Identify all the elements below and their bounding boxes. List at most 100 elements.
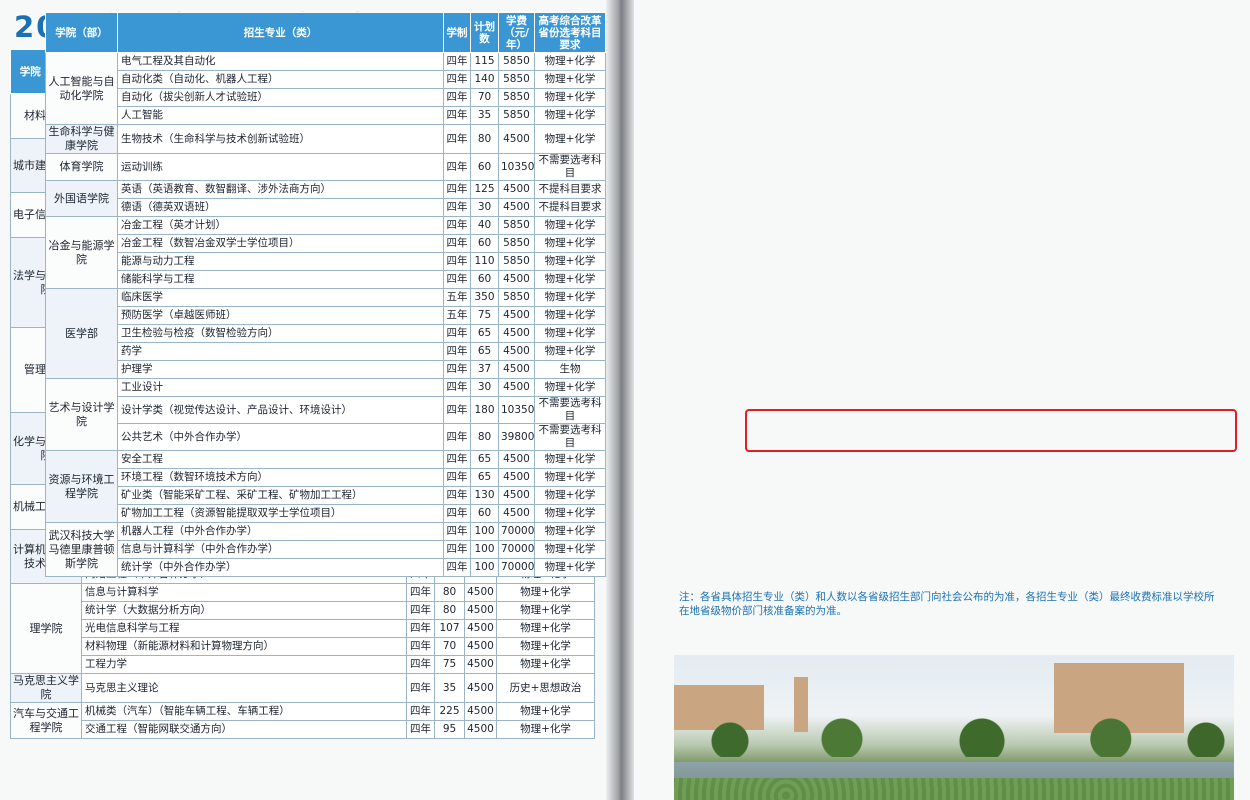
duration-cell: 四年: [406, 702, 435, 721]
plan-cell: 75: [470, 306, 499, 325]
table-row: 卫生检验与检疫（数智检验方向） 四年 65 4500 物理+化学: [46, 324, 606, 343]
req-cell: 物理+化学: [534, 342, 606, 361]
table-row: 矿业类（智能采矿工程、采矿工程、矿物加工工程） 四年 130 4500 物理+化学: [46, 486, 606, 505]
duration-cell: 四年: [443, 124, 471, 154]
major-cell: 材料物理（新能源材料和计算物理方向）: [81, 637, 407, 656]
major-cell: 信息与计算科学: [81, 583, 407, 602]
duration-cell: 四年: [443, 423, 471, 451]
req-cell: 物理+化学: [496, 601, 595, 620]
fee-cell: 4500: [498, 180, 535, 199]
req-cell: 不提科目要求: [534, 198, 606, 217]
fee-cell: 4500: [498, 270, 535, 289]
table-row: 信息与计算科学（中外合作办学） 四年 100 70000 物理+化学: [46, 540, 606, 559]
req-cell: 物理+化学: [534, 216, 606, 235]
plan-cell: 30: [470, 198, 499, 217]
plan-cell: 180: [470, 396, 499, 424]
fee-cell: 4500: [464, 637, 497, 656]
req-cell: 物理+化学: [534, 468, 606, 487]
plan-cell: 60: [470, 234, 499, 253]
major-cell: 交通工程（智能网联交通方向）: [81, 720, 407, 739]
header-plan: 计划数: [470, 12, 499, 53]
fee-cell: 5850: [498, 252, 535, 271]
college-cell: 外国语学院: [45, 180, 118, 217]
fee-cell: 5850: [498, 70, 535, 89]
req-cell: 历史+思想政治: [496, 673, 595, 703]
req-cell: 不提科目要求: [534, 180, 606, 199]
college-cell: 马克思主义学院: [10, 673, 82, 703]
req-cell: 生物: [534, 360, 606, 379]
req-cell: 物理+化学: [496, 583, 595, 602]
fee-cell: 10350: [498, 153, 535, 181]
duration-cell: 五年: [443, 288, 471, 307]
major-cell: 矿业类（智能采矿工程、采矿工程、矿物加工工程）: [117, 486, 444, 505]
table-row: 统计学（中外合作办学） 四年 100 70000 物理+化学: [46, 558, 606, 577]
campus-lake-photo: [674, 655, 1234, 800]
fee-cell: 4500: [498, 360, 535, 379]
req-cell: 物理+化学: [496, 619, 595, 638]
table-row: 武汉科技大学马德里康普顿斯学院 机器人工程（中外合作办学） 四年 100 70000 物理…: [45, 522, 606, 577]
plan-cell: 125: [470, 180, 499, 199]
plan-cell: 70: [470, 88, 499, 107]
college-cell: 武汉科技大学马德里康普顿斯学院: [45, 522, 118, 577]
duration-cell: 四年: [443, 486, 471, 505]
req-cell: 物理+化学: [534, 252, 606, 271]
major-cell: 人工智能: [117, 106, 444, 125]
major-cell: 药学: [117, 342, 444, 361]
fee-cell: 4500: [498, 486, 535, 505]
major-cell: 德语（德英双语班）: [117, 198, 444, 217]
plan-cell: 80: [470, 423, 499, 451]
fee-cell: 4500: [498, 504, 535, 523]
plan-cell: 40: [470, 216, 499, 235]
fee-cell: 70000: [498, 522, 535, 541]
tree-line: [674, 717, 1234, 757]
plan-cell: 60: [470, 153, 499, 181]
table-row: 环境工程（数智环境技术方向） 四年 65 4500 物理+化学: [46, 468, 606, 487]
duration-cell: 四年: [406, 583, 435, 602]
req-cell: 物理+化学: [534, 486, 606, 505]
table-row: 生命科学与健康学院 生物技术（生命科学与技术创新试验班） 四年 80 4500 物理+化学: [45, 124, 606, 154]
fee-cell: 39800: [498, 423, 535, 451]
header-college: 学院（部）: [45, 12, 118, 53]
plan-cell: 115: [470, 52, 499, 71]
duration-cell: 四年: [406, 637, 435, 656]
req-cell: 物理+化学: [534, 70, 606, 89]
fee-cell: 5850: [498, 216, 535, 235]
table-row: 自动化（拔尖创新人才试验班） 四年 70 5850 物理+化学: [46, 88, 606, 107]
major-cell: 矿物加工工程（资源智能提取双学士学位项目）: [117, 504, 444, 523]
major-cell: 机械类（汽车）（智能车辆工程、车辆工程）: [81, 702, 407, 721]
college-cell: 资源与环境工程学院: [45, 450, 118, 523]
major-cell: 电气工程及其自动化: [117, 52, 444, 71]
duration-cell: 四年: [443, 270, 471, 289]
table-row: 人工智能 四年 35 5850 物理+化学: [46, 106, 606, 125]
lotus-leaves: [674, 778, 1234, 800]
college-cell: 医学部: [45, 288, 118, 379]
duration-cell: 四年: [406, 601, 435, 620]
req-cell: 物理+化学: [534, 88, 606, 107]
duration-cell: 四年: [443, 52, 471, 71]
header-major: 招生专业（类）: [117, 12, 444, 53]
major-cell: 统计学（大数据分析方向）: [81, 601, 407, 620]
plan-cell: 80: [434, 601, 465, 620]
req-cell: 物理+化学: [534, 52, 606, 71]
major-cell: 卫生检验与检疫（数智检验方向）: [117, 324, 444, 343]
req-cell: 不需要选考科目: [534, 423, 606, 451]
plan-cell: 75: [434, 655, 465, 674]
fee-cell: 4500: [498, 450, 535, 469]
fee-cell: 4500: [498, 198, 535, 217]
req-cell: 物理+化学: [534, 234, 606, 253]
plan-cell: 35: [434, 673, 465, 703]
fee-cell: 70000: [498, 540, 535, 559]
duration-cell: 四年: [443, 216, 471, 235]
duration-cell: 四年: [443, 180, 471, 199]
req-cell: 物理+化学: [496, 637, 595, 656]
fee-cell: 70000: [498, 558, 535, 577]
major-cell: 机器人工程（中外合作办学）: [117, 522, 444, 541]
plan-cell: 100: [470, 522, 499, 541]
fee-cell: 5850: [498, 288, 535, 307]
college-cell: 理学院: [10, 583, 82, 674]
table-row: 自动化类（自动化、机器人工程） 四年 140 5850 物理+化学: [46, 70, 606, 89]
major-cell: 环境工程（数智环境技术方向）: [117, 468, 444, 487]
major-cell: 冶金工程（英才计划）: [117, 216, 444, 235]
plan-cell: 95: [434, 720, 465, 739]
table-row: 能源与动力工程 四年 110 5850 物理+化学: [46, 252, 606, 271]
